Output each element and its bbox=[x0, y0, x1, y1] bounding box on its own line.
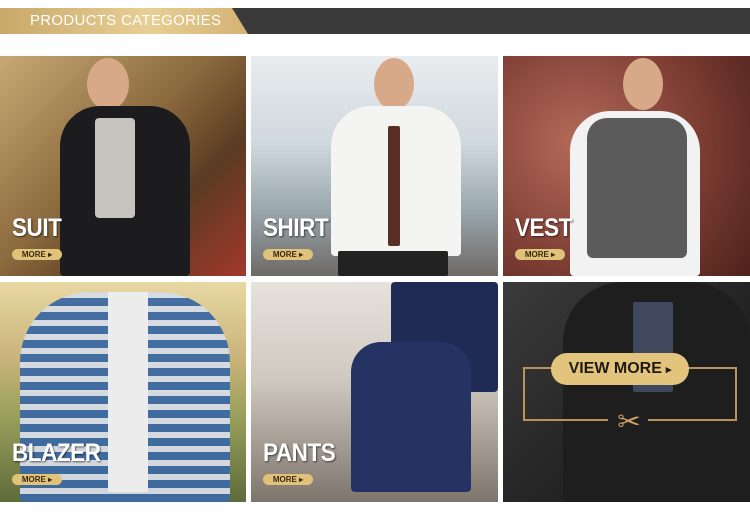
category-banner: PRODUCTS CATEGORIES bbox=[0, 8, 750, 34]
category-tile-suit[interactable]: SUIT MORE ▸ bbox=[0, 56, 246, 276]
view-more-button[interactable]: VIEW MORE ▸ bbox=[551, 353, 689, 385]
banner-title: PRODUCTS CATEGORIES bbox=[30, 12, 222, 29]
model-photo bbox=[55, 56, 195, 276]
view-more-tile[interactable]: VIEW MORE ▸ ✂ bbox=[503, 282, 750, 502]
model-photo bbox=[565, 56, 705, 276]
category-label: SUIT bbox=[12, 214, 62, 242]
category-tile-blazer[interactable]: BLAZER MORE ▸ bbox=[0, 282, 246, 502]
category-tile-pants[interactable]: PANTS MORE ▸ bbox=[251, 282, 498, 502]
more-button[interactable]: MORE ▸ bbox=[12, 474, 62, 485]
model-photo bbox=[20, 282, 230, 502]
model-photo bbox=[331, 282, 498, 502]
more-button[interactable]: MORE ▸ bbox=[515, 249, 565, 260]
category-label: BLAZER bbox=[12, 439, 101, 467]
more-button[interactable]: MORE ▸ bbox=[263, 474, 313, 485]
decorative-frame-line bbox=[523, 419, 608, 421]
category-label: PANTS bbox=[263, 439, 336, 467]
category-label: SHIRT bbox=[263, 214, 329, 242]
play-arrow-icon: ▸ bbox=[665, 364, 672, 376]
more-button[interactable]: MORE ▸ bbox=[263, 249, 313, 260]
more-button[interactable]: MORE ▸ bbox=[12, 249, 62, 260]
category-tile-vest[interactable]: VEST MORE ▸ bbox=[503, 56, 750, 276]
category-label: VEST bbox=[515, 214, 572, 242]
model-photo bbox=[326, 56, 466, 276]
decorative-frame-line bbox=[648, 419, 735, 421]
scissors-icon: ✂ bbox=[617, 406, 641, 437]
category-tile-shirt[interactable]: SHIRT MORE ▸ bbox=[251, 56, 498, 276]
